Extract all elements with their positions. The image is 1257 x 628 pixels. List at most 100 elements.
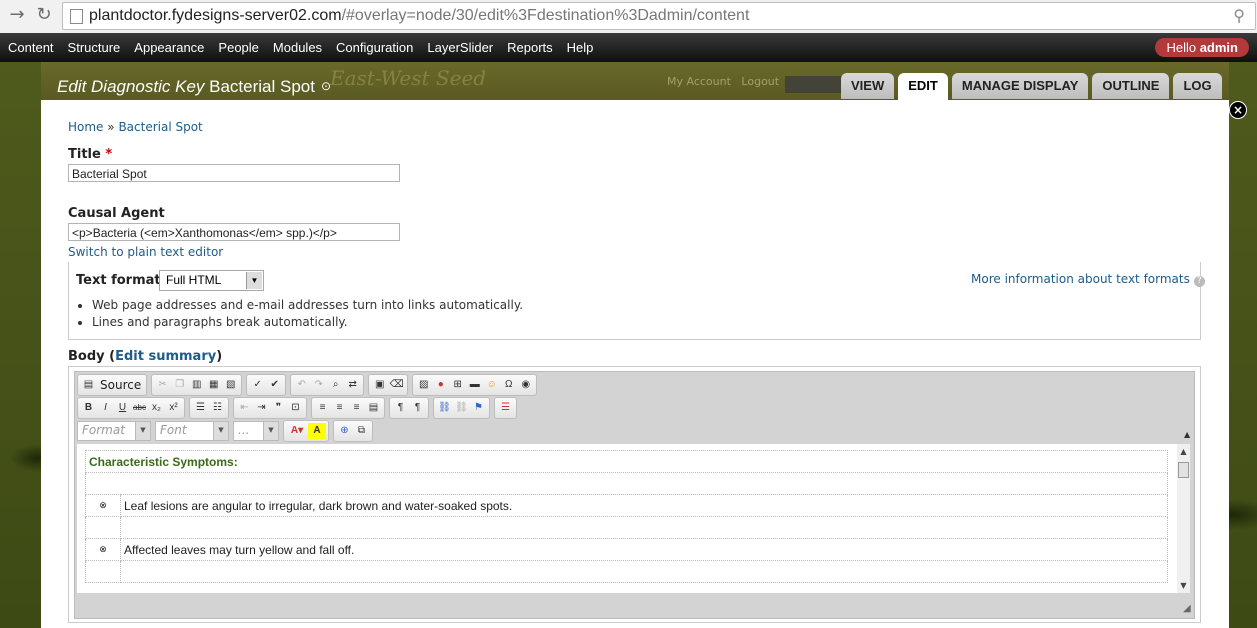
select-all-icon[interactable]: ▣ (371, 377, 388, 393)
copy-icon[interactable]: ❐ (171, 377, 188, 393)
reload-icon[interactable]: ↻ (33, 4, 55, 26)
justify-icon[interactable]: ▤ (365, 400, 382, 416)
remove-format-icon[interactable]: ⌫ (388, 377, 405, 393)
div-icon[interactable]: ⊡ (287, 400, 304, 416)
address-bar[interactable]: plantdoctor.fydesigns-server02.com/#over… (62, 2, 1256, 30)
horizontal-rule-icon[interactable]: ▬ (466, 377, 483, 393)
causal-agent-field[interactable]: <p>Bacteria (<em>Xanthomonas</em> spp.)<… (68, 223, 400, 241)
maximize-icon[interactable]: ⊕ (336, 423, 353, 439)
more-info-link[interactable]: More information about text formats? (971, 272, 1205, 287)
page-break-icon[interactable]: ☰ (497, 400, 514, 416)
menu-item-help[interactable]: Help (560, 33, 601, 62)
url-text[interactable]: plantdoctor.fydesigns-server02.com/#over… (89, 7, 749, 25)
subscript-icon[interactable]: x₂ (148, 400, 165, 416)
user-badge[interactable]: Hello admin (1155, 38, 1249, 57)
table-icon[interactable]: ⊞ (449, 377, 466, 393)
scroll-thumb[interactable] (1178, 462, 1189, 478)
logout-link: Logout (741, 75, 780, 88)
breadcrumb-current[interactable]: Bacterial Spot (118, 120, 202, 134)
indent-icon[interactable]: ⇥ (253, 400, 270, 416)
blockquote-icon[interactable]: ❞ (270, 400, 287, 416)
text-color-icon[interactable]: A▾ (286, 423, 308, 439)
toolbar-group-bidi: ¶ ¶ (389, 397, 429, 419)
bg-color-icon[interactable]: A (308, 423, 326, 439)
show-blocks-icon[interactable]: ⧉ (353, 423, 370, 439)
superscript-icon[interactable]: x² (165, 400, 182, 416)
cut-icon[interactable]: ✂ (154, 377, 171, 393)
collapse-toolbar-icon[interactable]: ▲ (1184, 430, 1190, 439)
menu-item-configuration[interactable]: Configuration (329, 33, 420, 62)
smiley-icon[interactable]: ☺ (483, 377, 500, 393)
paste-text-icon[interactable]: ▦ (205, 377, 222, 393)
find-icon[interactable]: ⌕ (327, 377, 344, 393)
menu-item-reports[interactable]: Reports (500, 33, 560, 62)
ltr-icon[interactable]: ¶ (392, 400, 409, 416)
spellcheck-icon[interactable]: ✓ (249, 377, 266, 393)
tab-log[interactable]: LOG (1173, 73, 1222, 99)
flash-icon[interactable]: ● (432, 377, 449, 393)
switch-editor-link[interactable]: Switch to plain text editor (68, 245, 223, 259)
paste-icon[interactable]: ▥ (188, 377, 205, 393)
align-right-icon[interactable]: ≡ (348, 400, 365, 416)
breadcrumb-home[interactable]: Home (68, 120, 103, 134)
numbered-list-icon[interactable]: ☰ (192, 400, 209, 416)
anchor-icon[interactable]: ⚑ (470, 400, 487, 416)
align-left-icon[interactable]: ≡ (314, 400, 331, 416)
source-icon: ▤ (83, 379, 94, 390)
italic-icon[interactable]: I (97, 400, 114, 416)
menu-item-people[interactable]: People (211, 33, 265, 62)
redo-icon[interactable]: ↷ (310, 377, 327, 393)
tab-view[interactable]: VIEW (841, 73, 895, 99)
toolbar-group-spell: ✓ ✔ (246, 374, 287, 396)
menu-item-layerslider[interactable]: LayerSlider (420, 33, 500, 62)
text-format-select[interactable]: Full HTML ▼ (159, 270, 264, 291)
url-host: plantdoctor.fydesigns-server02.com (89, 7, 342, 24)
undo-icon[interactable]: ↶ (293, 377, 310, 393)
content-table: Characteristic Symptoms: ⊗ Leaf lesions a… (85, 450, 1168, 583)
format-combo[interactable]: Format ▼ (77, 421, 151, 441)
menu-item-appearance[interactable]: Appearance (127, 33, 211, 62)
outdent-icon[interactable]: ⇤ (236, 400, 253, 416)
tab-manage-display[interactable]: MANAGE DISPLAY (951, 73, 1089, 99)
title-node: Bacterial Spot (209, 77, 315, 96)
bold-icon[interactable]: B (80, 400, 97, 416)
admin-toolbar: Content Structure Appearance People Modu… (0, 33, 1257, 62)
editor-content-area[interactable]: Characteristic Symptoms: ⊗ Leaf lesions a… (77, 444, 1177, 593)
iframe-icon[interactable]: ◉ (517, 377, 534, 393)
bulleted-list-icon[interactable]: ☷ (209, 400, 226, 416)
backdrop-user-links: My Account Logout (667, 75, 779, 88)
editor-scrollbar[interactable]: ▲ ▼ (1177, 444, 1190, 593)
source-button[interactable]: Source (97, 377, 144, 393)
admin-menu: Content Structure Appearance People Modu… (0, 33, 600, 62)
link-icon[interactable]: ⛓ (436, 400, 453, 416)
scayt-icon[interactable]: ✔ (266, 377, 283, 393)
scroll-up-icon[interactable]: ▲ (1177, 447, 1190, 456)
forward-icon[interactable]: → (6, 4, 28, 26)
underline-icon[interactable]: U (114, 400, 131, 416)
align-center-icon[interactable]: ≡ (331, 400, 348, 416)
size-combo[interactable]: ... ▼ (233, 421, 279, 441)
font-combo[interactable]: Font ▼ (155, 421, 229, 441)
paste-word-icon[interactable]: ▧ (222, 377, 239, 393)
shortcut-icon[interactable]: ⊙ (321, 79, 331, 93)
menu-item-modules[interactable]: Modules (266, 33, 329, 62)
title-field[interactable]: Bacterial Spot (68, 164, 400, 182)
special-char-icon[interactable]: Ω (500, 377, 517, 393)
resize-handle-icon[interactable]: ◢ (1183, 603, 1191, 614)
search-icon[interactable]: ⚲ (1233, 6, 1245, 25)
image-icon[interactable]: ▨ (415, 377, 432, 393)
strike-icon[interactable]: abc (131, 400, 148, 416)
toolbar-group-basic: B I Uabc x₂ x² (77, 397, 185, 419)
symptom-text: Affected leaves may turn yellow and fall… (120, 538, 1168, 561)
scroll-down-icon[interactable]: ▼ (1177, 581, 1190, 590)
tab-edit[interactable]: EDIT (898, 73, 948, 101)
menu-item-structure[interactable]: Structure (61, 33, 128, 62)
replace-icon[interactable]: ⇄ (344, 377, 361, 393)
edit-summary-link[interactable]: Edit summary (115, 349, 216, 364)
rtl-icon[interactable]: ¶ (409, 400, 426, 416)
menu-item-content[interactable]: Content (0, 33, 61, 62)
unlink-icon[interactable]: ⛓ (453, 400, 470, 416)
tab-outline[interactable]: OUTLINE (1092, 73, 1170, 99)
close-icon[interactable]: × (1229, 101, 1247, 119)
toolbar-group-indent: ⇤ ⇥ ❞ ⊡ (233, 397, 307, 419)
